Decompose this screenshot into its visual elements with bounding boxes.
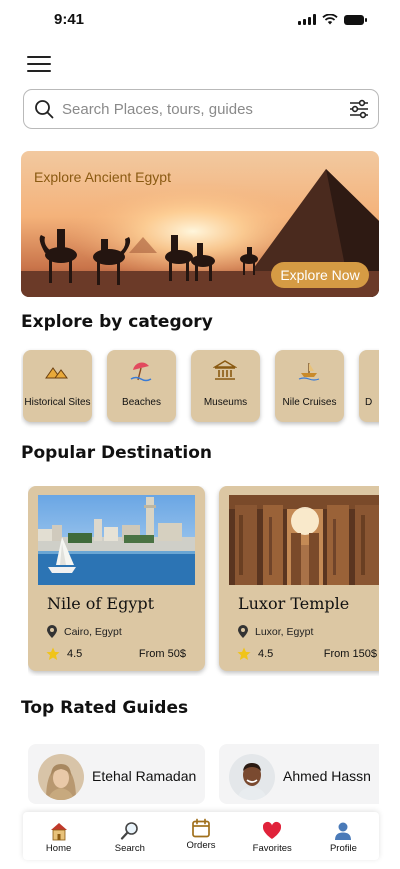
search-icon xyxy=(120,822,138,840)
home-icon xyxy=(50,823,67,841)
nav-orders[interactable]: Orders xyxy=(165,812,236,860)
destination-image xyxy=(38,495,195,585)
calendar-icon xyxy=(192,818,210,838)
guides-section-title: Top Rated Guides xyxy=(21,698,189,718)
destination-name: Nile of Egypt xyxy=(47,594,155,613)
menu-icon[interactable] xyxy=(27,56,51,72)
category-label: Beaches xyxy=(122,397,161,408)
nav-label: Orders xyxy=(186,840,216,851)
wifi-icon xyxy=(322,14,338,25)
category-partial[interactable]: D xyxy=(359,350,379,422)
location-pin-icon xyxy=(47,625,57,638)
category-museums[interactable]: Museums xyxy=(191,350,260,422)
category-label: Museums xyxy=(203,397,248,408)
nav-label: Search xyxy=(114,843,145,854)
star-icon xyxy=(46,647,60,660)
star-icon xyxy=(237,647,251,660)
avatar xyxy=(38,754,84,800)
destination-location-text: Cairo, Egypt xyxy=(64,625,122,638)
guide-name: Etehal Ramadan xyxy=(92,768,197,784)
search-bar xyxy=(23,89,379,129)
destination-location-text: Luxor, Egypt xyxy=(255,625,314,638)
category-beaches[interactable]: Beaches xyxy=(107,350,176,422)
search-icon xyxy=(35,100,54,119)
explore-now-button[interactable]: Explore Now xyxy=(271,262,369,288)
category-label: Nile Cruises xyxy=(282,397,337,408)
destination-price: From 50$ xyxy=(138,648,186,660)
guide-list[interactable]: Etehal Ramadan Ahmed Hassn xyxy=(28,742,379,812)
nav-label: Profile xyxy=(329,843,357,854)
beach-umbrella-icon xyxy=(130,362,152,382)
guide-card[interactable]: Ahmed Hassn xyxy=(219,744,379,804)
destination-card[interactable]: Luxor Temple Luxor, Egypt 4.5 From 150$ xyxy=(219,486,379,671)
destination-rating: 4.5 xyxy=(46,647,82,661)
category-label: D xyxy=(365,397,373,408)
search-input[interactable] xyxy=(62,96,332,122)
destination-location: Luxor, Egypt xyxy=(238,625,313,638)
category-nile-cruises[interactable]: Nile Cruises xyxy=(275,350,344,422)
status-time: 9:41 xyxy=(54,11,85,28)
pyramids-icon xyxy=(45,367,68,379)
profile-icon xyxy=(335,822,352,840)
bottom-navigation: Home Search Orders Favorites Profile xyxy=(23,812,379,860)
nav-search[interactable]: Search xyxy=(94,812,165,860)
nav-label: Favorites xyxy=(252,843,292,854)
banner-title: Explore Ancient Egypt xyxy=(34,169,171,185)
guide-name: Ahmed Hassn xyxy=(283,768,371,784)
nav-label: Home xyxy=(45,843,72,854)
heart-icon xyxy=(263,821,282,839)
location-pin-icon xyxy=(238,625,248,638)
destinations-section-title: Popular Destination xyxy=(21,443,213,463)
category-list[interactable]: Historical Sites Beaches Museums Nile Cr… xyxy=(21,348,379,428)
destination-name: Luxor Temple xyxy=(238,594,350,613)
nav-favorites[interactable]: Favorites xyxy=(237,812,308,860)
rating-value: 4.5 xyxy=(258,648,274,660)
status-bar: 9:41 xyxy=(0,0,400,40)
destination-list[interactable]: Nile of Egypt Cairo, Egypt 4.5 From 50$ xyxy=(28,486,379,676)
nav-profile[interactable]: Profile xyxy=(308,812,379,860)
category-label: Historical Sites xyxy=(24,397,91,408)
category-section-title: Explore by category xyxy=(21,312,213,332)
status-icons xyxy=(298,14,367,25)
boat-icon xyxy=(298,363,320,381)
destination-price: From 150$ xyxy=(323,648,377,660)
filter-icon[interactable] xyxy=(348,98,370,120)
destination-rating: 4.5 xyxy=(237,647,273,661)
battery-icon xyxy=(344,15,367,25)
museum-icon xyxy=(213,360,237,380)
rating-value: 4.5 xyxy=(67,648,83,660)
category-historical-sites[interactable]: Historical Sites xyxy=(23,350,92,422)
destination-card[interactable]: Nile of Egypt Cairo, Egypt 4.5 From 50$ xyxy=(28,486,205,671)
destination-location: Cairo, Egypt xyxy=(47,625,122,638)
cellular-signal-icon xyxy=(298,14,316,25)
guide-card[interactable]: Etehal Ramadan xyxy=(28,744,205,804)
destination-image xyxy=(229,495,379,585)
nav-home[interactable]: Home xyxy=(23,812,94,860)
hero-banner[interactable]: Explore Ancient Egypt Explore Now xyxy=(21,151,379,297)
avatar xyxy=(229,754,275,800)
